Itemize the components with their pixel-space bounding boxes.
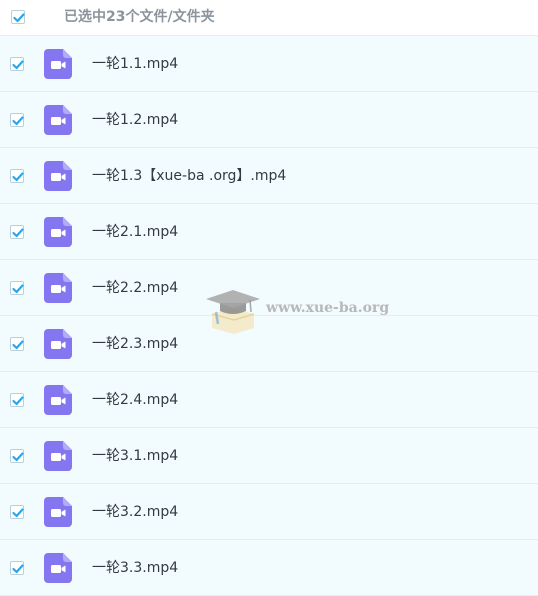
checkmark-icon xyxy=(12,564,24,574)
file-checkbox[interactable] xyxy=(10,57,24,71)
file-row[interactable]: 一轮2.4.mp4 xyxy=(0,372,538,428)
file-name[interactable]: 一轮2.3.mp4 xyxy=(92,335,178,353)
file-name[interactable]: 一轮2.2.mp4 xyxy=(92,279,178,297)
file-row[interactable]: 一轮3.2.mp4 xyxy=(0,484,538,540)
video-file-icon xyxy=(44,217,72,247)
file-checkbox[interactable] xyxy=(10,449,24,463)
file-checkbox[interactable] xyxy=(10,281,24,295)
file-checkbox[interactable] xyxy=(10,561,24,575)
file-row[interactable]: 一轮1.3【xue-ba .org】.mp4 xyxy=(0,148,538,204)
file-name[interactable]: 一轮3.3.mp4 xyxy=(92,559,178,577)
file-row[interactable]: 一轮3.3.mp4 xyxy=(0,540,538,596)
file-checkbox[interactable] xyxy=(10,113,24,127)
file-name[interactable]: 一轮2.4.mp4 xyxy=(92,391,178,409)
checkmark-icon xyxy=(12,172,24,182)
file-row[interactable]: 一轮1.2.mp4 xyxy=(0,92,538,148)
file-name[interactable]: 一轮3.2.mp4 xyxy=(92,503,178,521)
file-checkbox[interactable] xyxy=(10,393,24,407)
file-row[interactable]: 一轮3.1.mp4 xyxy=(0,428,538,484)
file-checkbox[interactable] xyxy=(10,337,24,351)
file-checkbox[interactable] xyxy=(10,169,24,183)
checkmark-icon xyxy=(13,13,25,23)
checkmark-icon xyxy=(12,116,24,126)
file-name[interactable]: 一轮1.1.mp4 xyxy=(92,55,178,73)
video-file-icon xyxy=(44,161,72,191)
video-file-icon xyxy=(44,553,72,583)
video-file-icon xyxy=(44,441,72,471)
watermark-text: www.xue-ba.org xyxy=(266,300,390,316)
checkmark-icon xyxy=(12,284,24,294)
video-file-icon xyxy=(44,329,72,359)
video-file-icon xyxy=(44,273,72,303)
checkmark-icon xyxy=(12,396,24,406)
video-file-icon xyxy=(44,49,72,79)
checkmark-icon xyxy=(12,228,24,238)
file-name[interactable]: 一轮2.1.mp4 xyxy=(92,223,178,241)
file-name[interactable]: 一轮1.3【xue-ba .org】.mp4 xyxy=(92,167,286,185)
file-checkbox[interactable] xyxy=(10,505,24,519)
checkmark-icon xyxy=(12,508,24,518)
file-row[interactable]: 一轮2.1.mp4 xyxy=(0,204,538,260)
video-file-icon xyxy=(44,105,72,135)
file-name[interactable]: 一轮1.2.mp4 xyxy=(92,111,178,129)
video-file-icon xyxy=(44,497,72,527)
video-file-icon xyxy=(44,385,72,415)
watermark: www.xue-ba.org xyxy=(206,284,396,340)
selection-count-label: 已选中23个文件/文件夹 xyxy=(64,9,215,25)
file-name[interactable]: 一轮3.1.mp4 xyxy=(92,447,178,465)
checkmark-icon xyxy=(12,60,24,70)
select-all-checkbox[interactable] xyxy=(11,10,25,24)
file-row[interactable]: 一轮1.1.mp4 xyxy=(0,36,538,92)
selection-header: 已选中23个文件/文件夹 xyxy=(0,0,538,36)
checkmark-icon xyxy=(12,340,24,350)
file-checkbox[interactable] xyxy=(10,225,24,239)
graduation-cap-icon xyxy=(206,290,260,334)
checkmark-icon xyxy=(12,452,24,462)
